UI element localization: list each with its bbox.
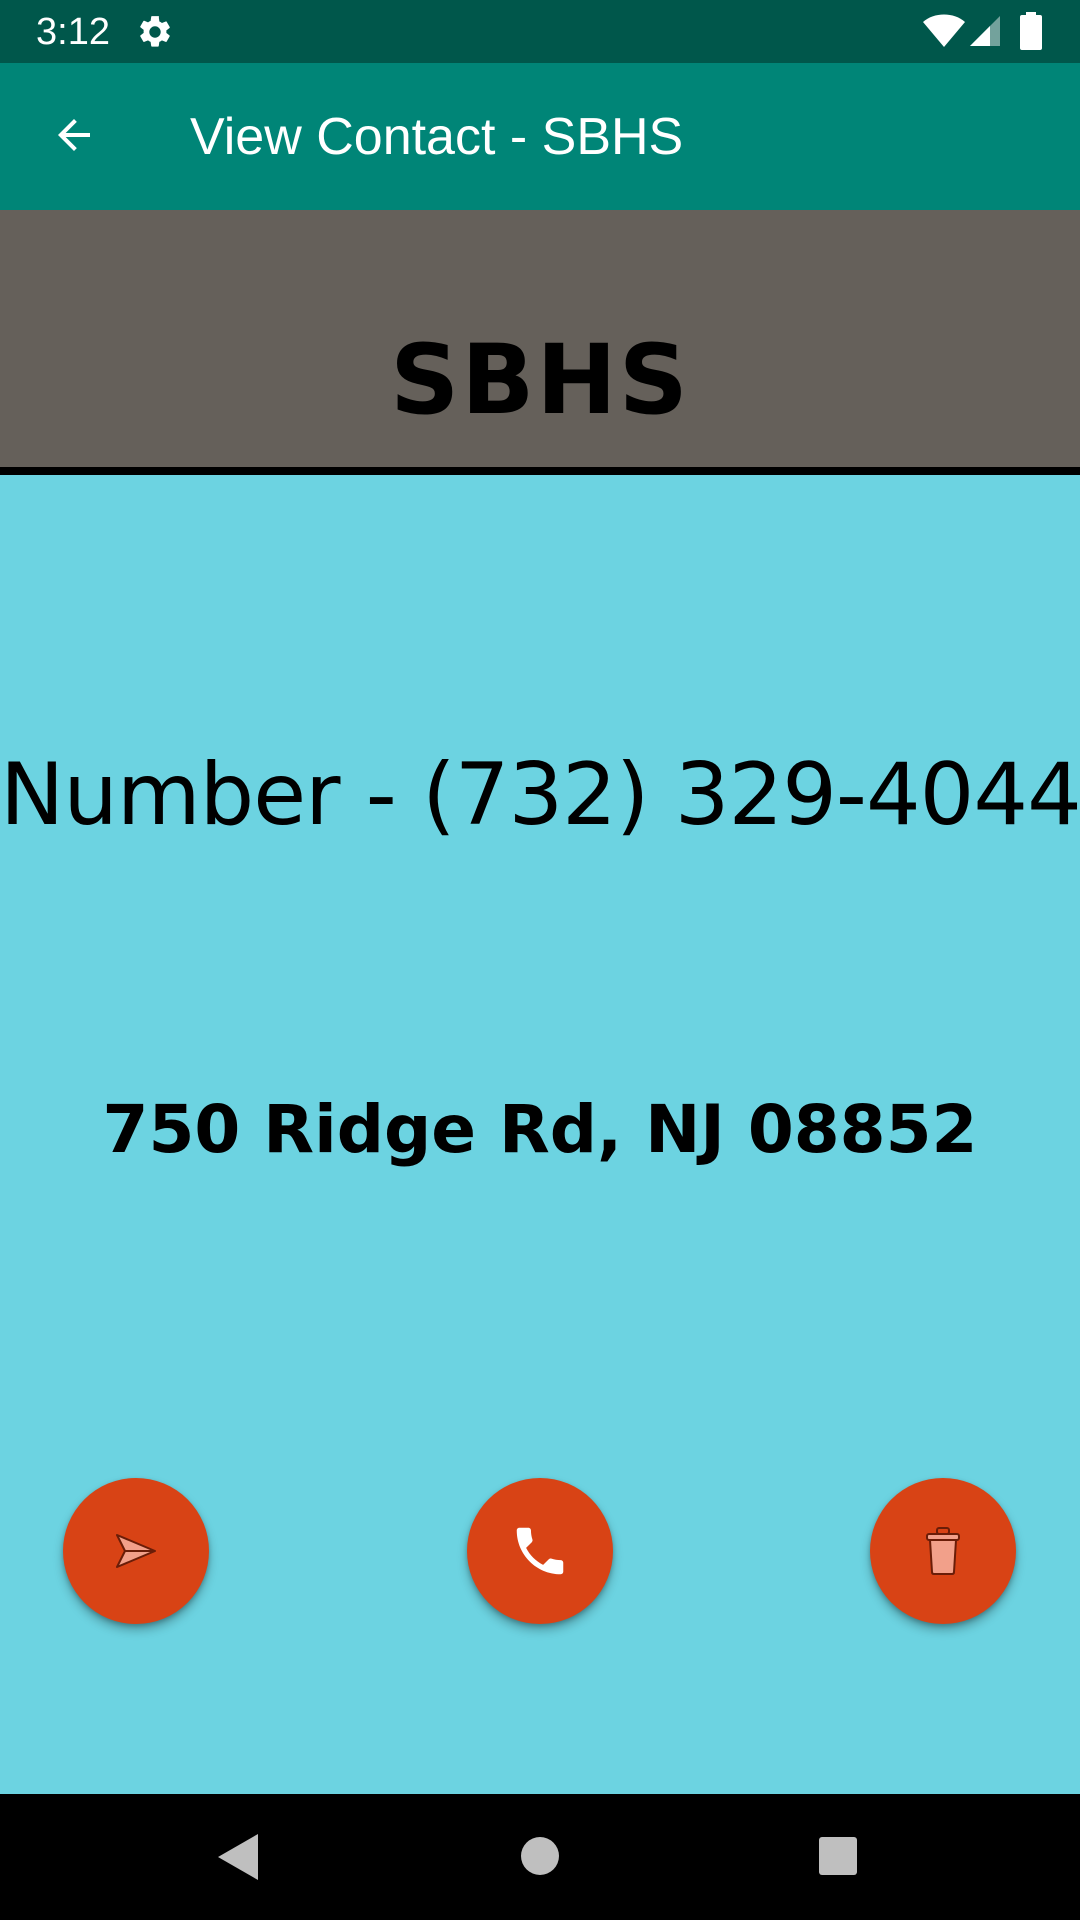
signal-icon (970, 16, 1000, 46)
view-contact-screen: 3:12 View Contact - SBHS SBHS Number - (… (0, 0, 1080, 1920)
contact-name: SBHS (390, 324, 690, 436)
wifi-icon (923, 14, 965, 47)
send-icon (116, 1534, 156, 1568)
arrow-back-icon (58, 119, 90, 151)
status-time: 3:12 (36, 11, 110, 53)
phone-icon (516, 1527, 564, 1575)
contact-header: SBHS (0, 210, 1080, 467)
nav-recents-icon[interactable] (818, 1836, 858, 1876)
header-divider (0, 467, 1080, 475)
contact-number: Number - (732) 329-4044 (0, 745, 1080, 845)
status-bar: 3:12 (0, 0, 1080, 63)
call-button[interactable] (467, 1478, 613, 1624)
battery-icon (1020, 12, 1042, 50)
gear-icon (140, 16, 170, 47)
send-button[interactable] (63, 1478, 209, 1624)
nav-back-icon[interactable] (216, 1832, 260, 1882)
app-bar: View Contact - SBHS (0, 63, 1080, 210)
trash-icon (926, 1527, 960, 1575)
page-title: View Contact - SBHS (190, 108, 684, 166)
contact-address: 750 Ridge Rd, NJ 08852 (102, 1091, 978, 1168)
nav-home-icon[interactable] (520, 1836, 560, 1876)
navigation-bar (0, 1794, 1080, 1920)
delete-button[interactable] (870, 1478, 1016, 1624)
back-button[interactable] (34, 95, 114, 175)
